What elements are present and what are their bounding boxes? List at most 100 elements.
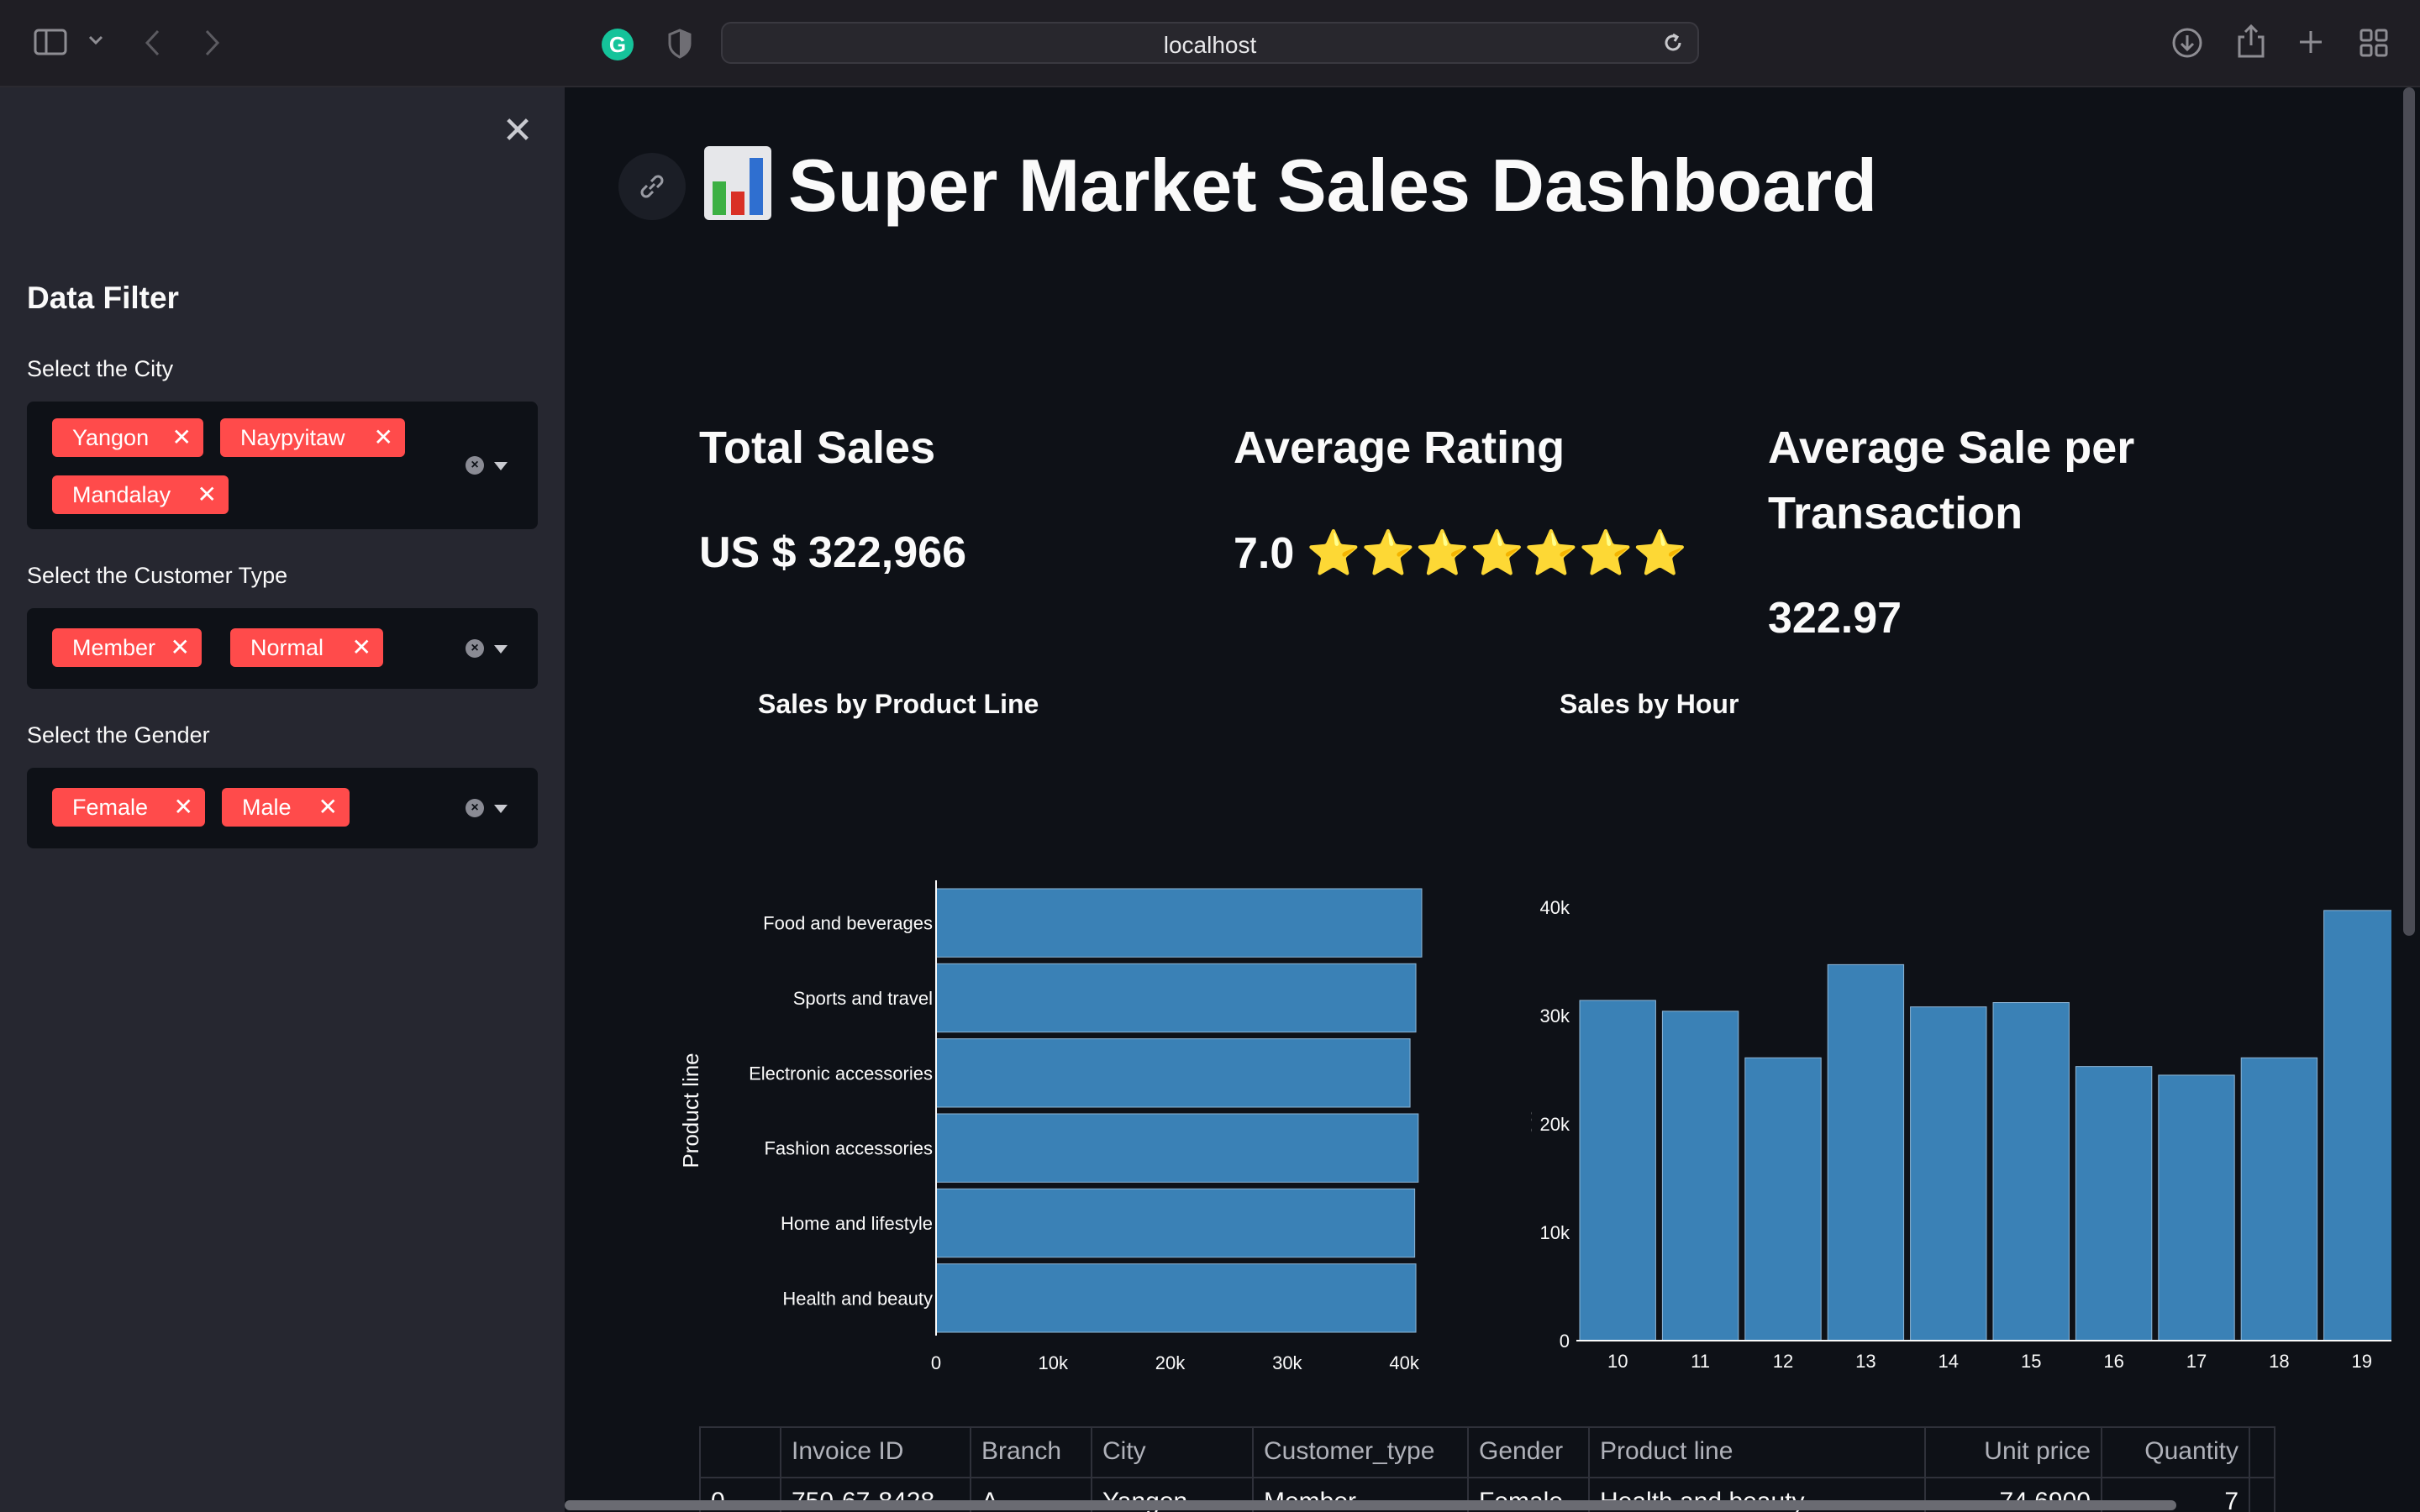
chip-remove-icon[interactable]: ✕ xyxy=(171,628,190,667)
x-tick-label: 13 xyxy=(1855,1351,1876,1372)
y-tick-label: 10k xyxy=(1540,1222,1570,1243)
bar xyxy=(1661,1011,1739,1341)
bar xyxy=(935,1113,1419,1183)
x-tick-label: 11 xyxy=(1691,1351,1710,1372)
bar xyxy=(935,963,1417,1033)
bar-chart-icon xyxy=(704,146,771,220)
new-tab-icon[interactable] xyxy=(2297,29,2324,55)
chip-label: Naypyitaw xyxy=(240,425,345,450)
forward-icon[interactable] xyxy=(202,29,222,57)
x-tick-label: 0 xyxy=(931,1352,941,1373)
chevron-down-icon[interactable] xyxy=(494,645,508,654)
share-icon[interactable] xyxy=(2237,24,2265,59)
clear-all-icon[interactable]: × xyxy=(466,456,484,475)
gender-filter-label: Select the Gender xyxy=(27,722,210,748)
link-icon xyxy=(640,175,664,198)
x-tick-label: 18 xyxy=(2269,1351,2289,1372)
chip-label: Yangon xyxy=(72,425,150,450)
hour-chart: 010k20k30k40k10111213141516171819hourTot… xyxy=(1531,897,2391,1372)
average-rating-label: Average Rating xyxy=(1234,423,1565,473)
y-tick-label: 40k xyxy=(1540,897,1570,918)
chip-label: Member xyxy=(72,635,156,660)
column-header: Customer_type xyxy=(1254,1428,1469,1477)
horizontal-scrollbar[interactable] xyxy=(565,1500,2176,1510)
x-tick-label: 30k xyxy=(1272,1352,1302,1373)
x-tick-label: 19 xyxy=(2352,1351,2372,1372)
gender-multiselect[interactable]: Female ✕ Male ✕ × xyxy=(27,768,538,848)
bar xyxy=(935,1263,1417,1333)
x-tick-label: 10 xyxy=(1607,1351,1628,1372)
bar xyxy=(935,1038,1411,1108)
y-tick-label: 20k xyxy=(1540,1114,1570,1135)
x-tick-label: 10k xyxy=(1039,1352,1069,1373)
chevron-down-icon[interactable] xyxy=(87,34,104,47)
back-icon[interactable] xyxy=(143,29,163,57)
column-header: City xyxy=(1092,1428,1254,1477)
bar xyxy=(1910,1006,1987,1341)
chip-label: Normal xyxy=(250,635,324,660)
address-bar[interactable]: localhost xyxy=(721,22,1699,64)
chevron-down-icon[interactable] xyxy=(494,805,508,813)
tab-overview-icon[interactable] xyxy=(2360,29,2388,57)
anchor-link-button[interactable] xyxy=(618,153,686,220)
chip-label: Female xyxy=(72,795,149,820)
download-icon[interactable] xyxy=(2171,27,2203,59)
bar xyxy=(1579,1000,1656,1341)
total-sales-value: US $ 322,966 xyxy=(699,528,967,577)
sidebar: ✕ Data Filter Select the City Yangon ✕ N… xyxy=(0,87,565,1512)
chip-normal[interactable]: Normal ✕ xyxy=(230,628,383,667)
chart-title-product-line: Sales by Product Line xyxy=(758,689,1039,719)
bar xyxy=(1744,1057,1822,1341)
column-header: Quantity xyxy=(2102,1428,2250,1477)
sidebar-toggle-icon[interactable] xyxy=(34,29,67,55)
x-tick-label: 16 xyxy=(2103,1351,2123,1372)
y-tick-label: 30k xyxy=(1540,1005,1570,1026)
chip-remove-icon[interactable]: ✕ xyxy=(352,628,371,667)
clear-all-icon[interactable]: × xyxy=(466,799,484,817)
chip-female[interactable]: Female ✕ xyxy=(52,788,205,827)
bar xyxy=(935,1188,1416,1258)
sidebar-title: Data Filter xyxy=(27,281,179,315)
chevron-down-icon[interactable] xyxy=(494,462,508,470)
chip-yangon[interactable]: Yangon ✕ xyxy=(52,418,203,457)
product-line-chart: Food and beverages Sports and travel Elect… xyxy=(678,880,1423,1373)
vertical-scrollbar[interactable] xyxy=(2403,87,2415,936)
grammarly-icon[interactable]: G xyxy=(602,29,634,60)
average-sale-label: Average Sale per Transaction xyxy=(1768,423,2135,538)
column-header: Gender xyxy=(1469,1428,1590,1477)
x-tick-label: 12 xyxy=(1773,1351,1793,1372)
chip-label: Mandalay xyxy=(72,482,171,507)
table-header-row[interactable]: Invoice ID Branch City Customer_type Gender P… xyxy=(701,1428,2274,1478)
chip-naypyitaw[interactable]: Naypyitaw ✕ xyxy=(220,418,405,457)
customer-type-multiselect[interactable]: Member ✕ Normal ✕ × xyxy=(27,608,538,689)
clear-all-icon[interactable]: × xyxy=(466,639,484,658)
chip-remove-icon[interactable]: ✕ xyxy=(172,418,192,457)
city-multiselect[interactable]: Yangon ✕ Naypyitaw ✕ Mandalay ✕ × xyxy=(27,402,538,529)
chip-label: Male xyxy=(242,795,292,820)
close-sidebar-button[interactable]: ✕ xyxy=(499,113,536,150)
chip-mandalay[interactable]: Mandalay ✕ xyxy=(52,475,229,514)
chip-male[interactable]: Male ✕ xyxy=(222,788,350,827)
y-tick-label: Fashion accessories xyxy=(764,1138,933,1159)
x-tick-label: 15 xyxy=(2021,1351,2041,1372)
chip-member[interactable]: Member ✕ xyxy=(52,628,202,667)
page-title: Super Market Sales Dashboard xyxy=(788,144,1878,227)
chip-remove-icon[interactable]: ✕ xyxy=(174,788,193,827)
shield-icon[interactable] xyxy=(667,29,692,59)
y-tick-label: Food and beverages xyxy=(763,913,933,934)
chip-remove-icon[interactable]: ✕ xyxy=(318,788,338,827)
customer-type-filter-label: Select the Customer Type xyxy=(27,563,288,588)
column-header: Product line xyxy=(1590,1428,1926,1477)
chip-remove-icon[interactable]: ✕ xyxy=(197,475,217,514)
chart-title-hour: Sales by Hour xyxy=(1560,689,1739,719)
column-header xyxy=(701,1428,781,1477)
bar xyxy=(2323,910,2391,1341)
reload-icon[interactable] xyxy=(1662,32,1684,58)
x-tick-label: 20k xyxy=(1155,1352,1186,1373)
y-tick-label: 0 xyxy=(1560,1331,1570,1352)
data-table[interactable]: Invoice ID Branch City Customer_type Gender P… xyxy=(699,1426,2275,1512)
bar xyxy=(1827,963,1905,1341)
column-header: Invoice ID xyxy=(781,1428,971,1477)
chip-remove-icon[interactable]: ✕ xyxy=(374,418,393,457)
bar xyxy=(2240,1057,2318,1341)
